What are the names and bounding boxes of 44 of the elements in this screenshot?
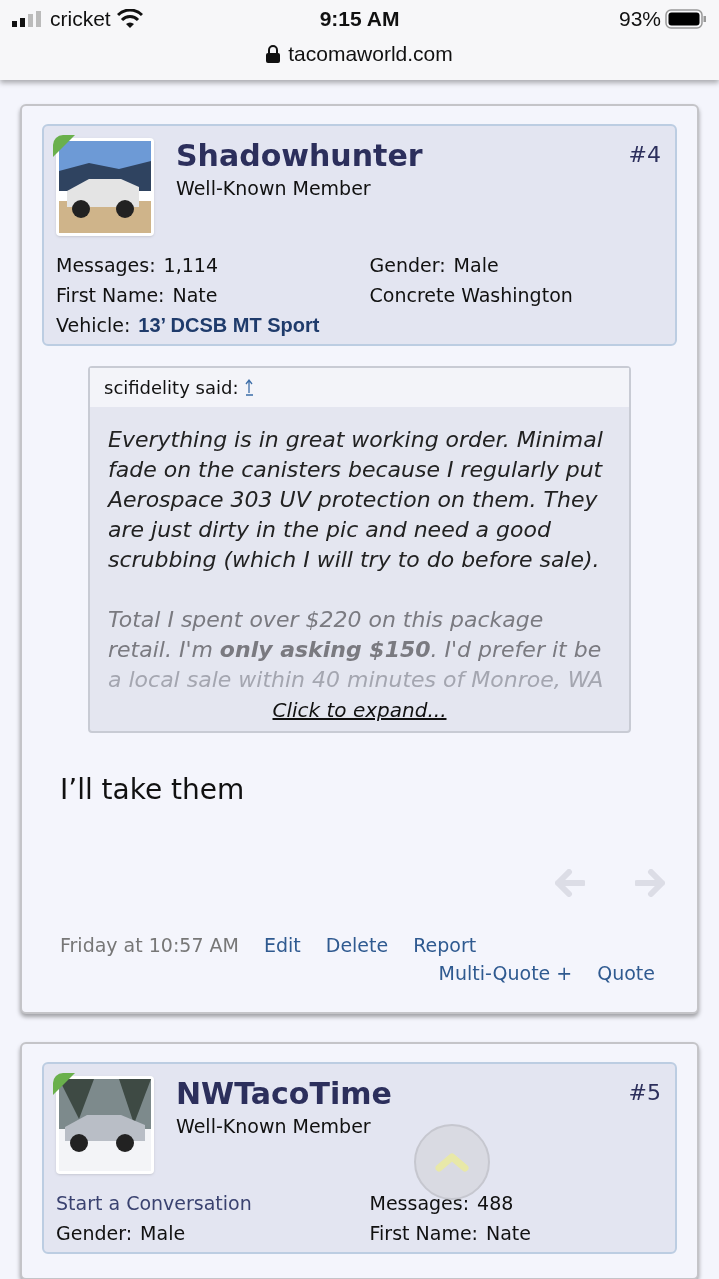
- up-arrow-icon[interactable]: [244, 378, 255, 396]
- field-label: Messages:: [369, 1190, 470, 1216]
- carrier-name: cricket: [50, 6, 111, 33]
- post-message: I’ll take them: [60, 771, 246, 808]
- field-value: Nate: [172, 282, 218, 308]
- field-value: Male: [453, 252, 499, 278]
- field-value: 1,114: [163, 252, 218, 278]
- battery-icon: [665, 9, 707, 29]
- chevron-up-icon: [435, 1152, 469, 1172]
- post-action-link[interactable]: Multi-Quote +: [438, 959, 573, 988]
- field-label: First Name:: [56, 282, 165, 308]
- field-label: First Name:: [369, 1220, 478, 1246]
- field-label: Messages:: [56, 252, 156, 278]
- vehicle-link[interactable]: 13’ DCSB MT Sport: [138, 309, 320, 340]
- field-value: Nate: [486, 1220, 531, 1246]
- post-date[interactable]: Friday at 10:57 AM: [60, 930, 239, 959]
- clock: 9:15 AM: [319, 6, 400, 33]
- field-label: Gender:: [369, 252, 446, 278]
- battery-percent: 93%: [618, 6, 661, 33]
- location-text: Concrete Washington: [369, 283, 573, 306]
- post-action-link[interactable]: Report: [413, 930, 477, 959]
- post-action-link[interactable]: Quote: [597, 959, 655, 988]
- field-label: Gender:: [56, 1220, 133, 1246]
- post-number-link[interactable]: #5: [628, 1075, 661, 1174]
- field-value: 488: [477, 1190, 514, 1216]
- quote-author: scifidelity said:: [104, 375, 239, 400]
- post-number-link[interactable]: #4: [628, 137, 661, 236]
- quote-text: Everything is in great working order. Minimal fade on the canisters because I regularly put Aerospace 303 UV protection on them. They are just dirty in the pic and need a good scrubbing (which I will try to do before sale).: [108, 425, 604, 574]
- lock-icon: [266, 44, 281, 63]
- field-value: Male: [140, 1220, 186, 1246]
- post-action-link[interactable]: Delete: [325, 930, 389, 959]
- quote-text: a local sale within 40 minutes of Monroe, WA: [108, 665, 605, 694]
- user-title: Well-Known Member: [176, 175, 371, 201]
- field-label: Vehicle:: [56, 312, 131, 338]
- start-conversation-link[interactable]: Start a Conversation: [56, 1191, 252, 1214]
- user-title: Well-Known Member: [176, 1113, 371, 1139]
- username-link[interactable]: NWTacoTime: [176, 1075, 629, 1112]
- post-action-link[interactable]: Edit: [263, 930, 301, 959]
- expand-link[interactable]: Click to expand...: [272, 694, 447, 725]
- url-text[interactable]: tacomaworld.com: [288, 38, 453, 70]
- quote-text: Total I spent over $220 on this package retail. I'm only asking $150. I'd prefer it be: [108, 605, 603, 664]
- username-link[interactable]: Shadowhunter: [176, 137, 629, 174]
- wifi-icon: [116, 9, 143, 29]
- signal-icon: [12, 11, 44, 27]
